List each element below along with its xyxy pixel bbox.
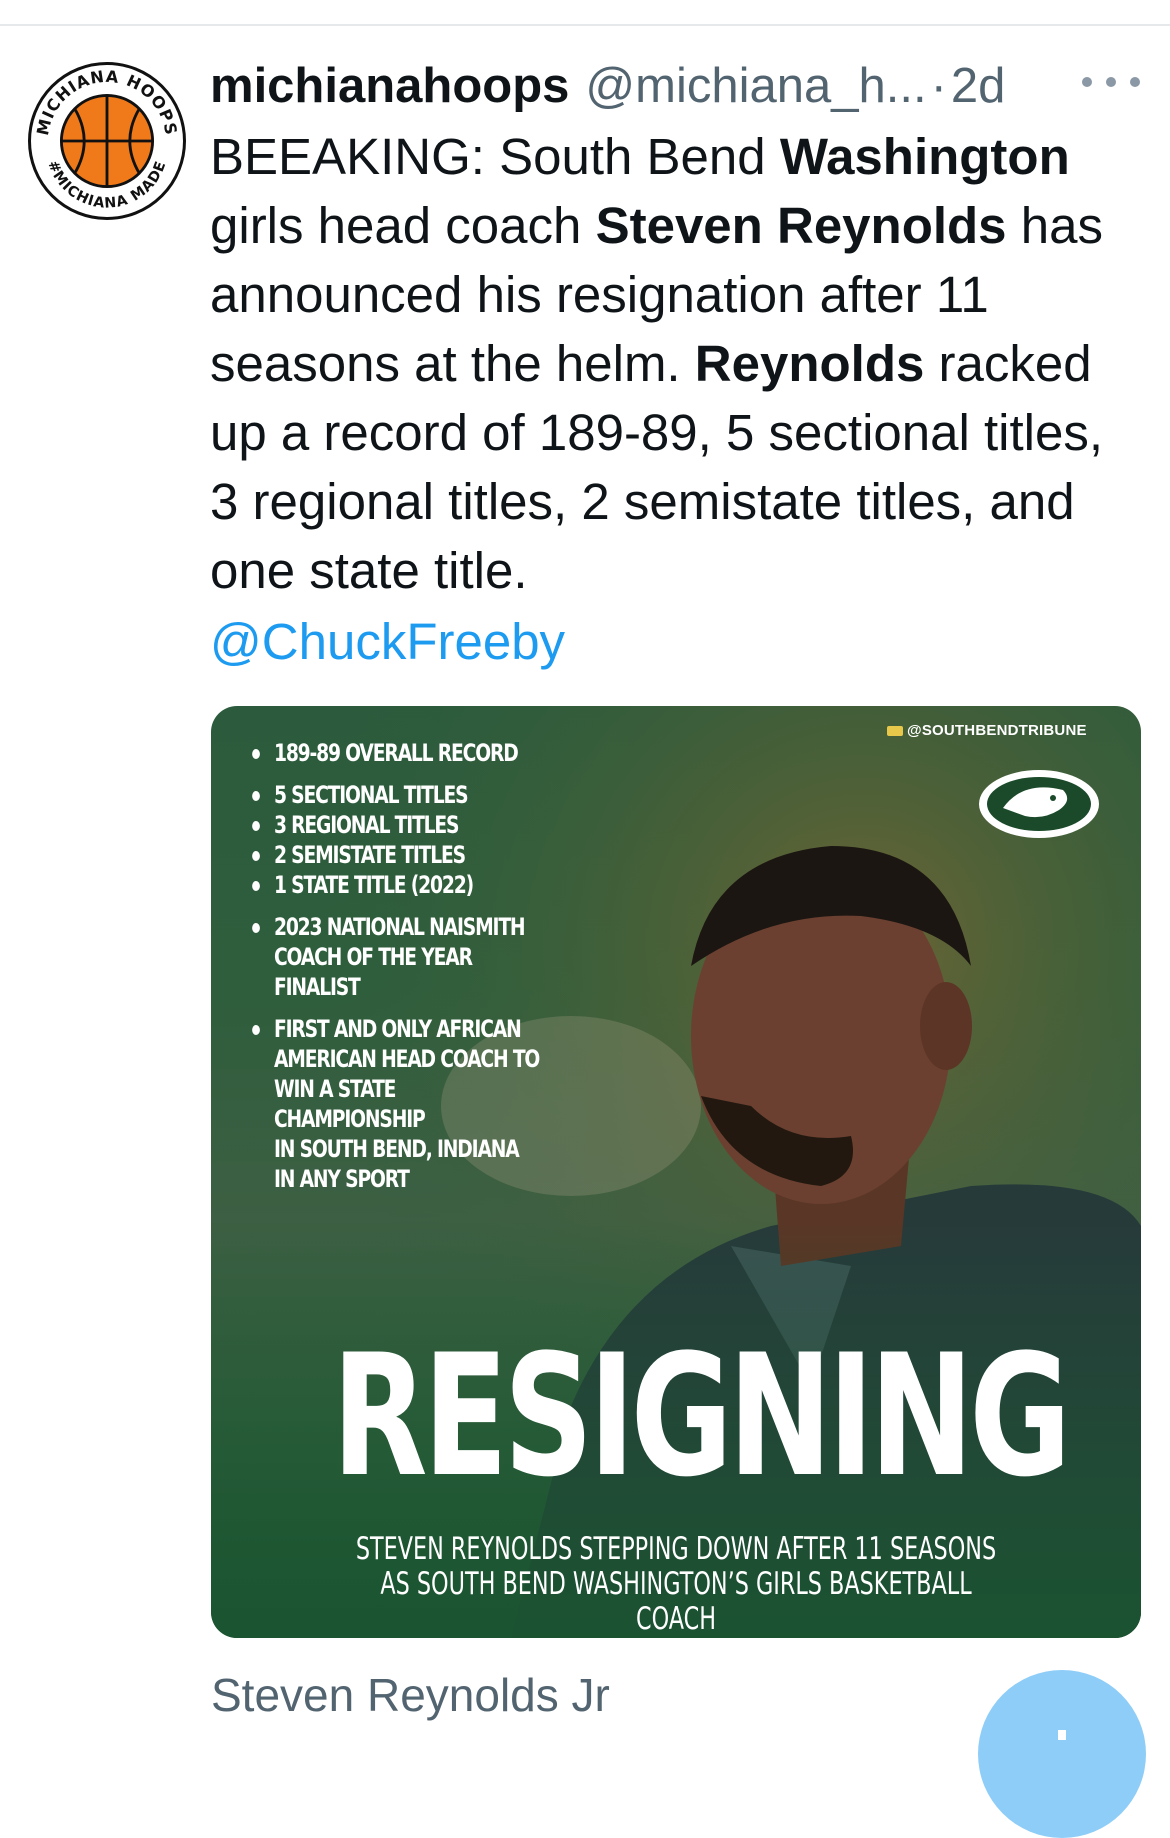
tweet-header: michianahoops @michiana_h... · 2d xyxy=(210,50,1140,122)
tweet-text-bold: Steven Reynolds xyxy=(595,197,1007,254)
stat-item: FIRST AND ONLY AFRICAN AMERICAN HEAD COA… xyxy=(249,1014,545,1194)
tweet-media-image[interactable]: @SOUTHBENDTRIBUNE 189-89 OVERALL RECORD … xyxy=(211,706,1141,1638)
tweet-text-part: BEEAKING: South Bend xyxy=(210,128,780,185)
subhead-line: AS SOUTH BEND WASHINGTON’S GIRLS BASKETB… xyxy=(380,1566,972,1637)
subhead-line: STEVEN REYNOLDS STEPPING DOWN AFTER 11 S… xyxy=(355,1531,997,1567)
subhead: STEVEN REYNOLDS STEPPING DOWN AFTER 11 S… xyxy=(341,1532,1011,1637)
stat-item: 2023 NATIONAL NAISMITH COACH OF THE YEAR… xyxy=(249,912,545,1002)
compose-button[interactable] xyxy=(978,1670,1146,1838)
tweet-text-part: girls head coach xyxy=(210,197,596,254)
panther-logo-icon xyxy=(979,770,1099,838)
more-dot xyxy=(1106,77,1116,87)
tweet[interactable]: michianahoops @michiana_h... · 2d BEEAKI… xyxy=(210,50,1140,676)
tweet-text-bold: Reynolds xyxy=(694,335,925,392)
plus-icon xyxy=(1058,1730,1066,1740)
stat-item: 2 SEMISTATE TITLES xyxy=(249,840,545,870)
stat-item: 5 SECTIONAL TITLES xyxy=(249,780,545,810)
newspaper-logo-icon xyxy=(887,726,903,737)
stats-list: 189-89 OVERALL RECORD 5 SECTIONAL TITLES… xyxy=(249,738,545,1194)
handle[interactable]: @michiana_h... xyxy=(585,50,926,122)
timestamp[interactable]: 2d xyxy=(951,50,1006,122)
top-divider xyxy=(0,24,1170,26)
credit-text: @SOUTHBENDTRIBUNE xyxy=(907,722,1087,739)
michiana-hoops-logo-icon: MICHIANA HOOPS #MICHIANA MADE xyxy=(32,67,182,216)
tweet-text: BEEAKING: South Bend Washington girls he… xyxy=(210,122,1140,605)
more-dot xyxy=(1130,77,1140,87)
headline: RESIGNING xyxy=(331,1318,1071,1514)
stat-item: 3 REGIONAL TITLES xyxy=(249,810,545,840)
credit-label: @SOUTHBENDTRIBUNE xyxy=(887,722,1127,739)
tweet-text-bold: Washington xyxy=(779,128,1070,185)
mention-link[interactable]: @ChuckFreeby xyxy=(210,607,1140,676)
separator-dot: · xyxy=(930,59,947,113)
stat-item: 1 STATE TITLE (2022) xyxy=(249,870,545,900)
stat-item: 189-89 OVERALL RECORD xyxy=(249,738,545,768)
more-dot xyxy=(1082,77,1092,87)
display-name[interactable]: michianahoops xyxy=(210,50,569,122)
more-options-icon[interactable] xyxy=(1082,62,1140,102)
avatar[interactable]: MICHIANA HOOPS #MICHIANA MADE xyxy=(28,62,186,220)
media-caption: Steven Reynolds Jr xyxy=(211,1669,610,1721)
